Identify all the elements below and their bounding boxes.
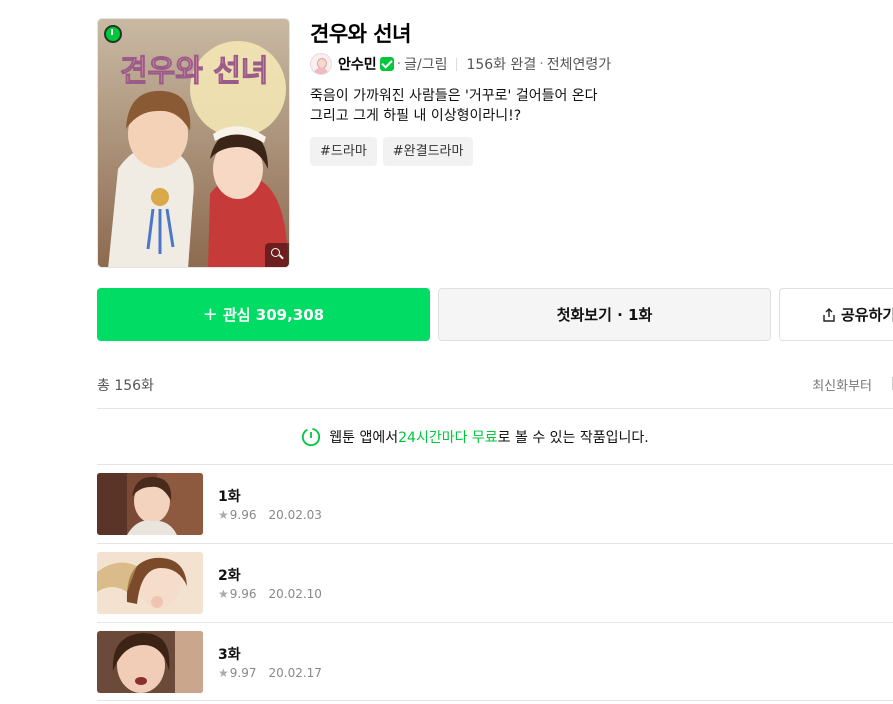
tag-drama[interactable]: #드라마 [310, 137, 377, 166]
episode-row[interactable]: 1화 ★ 9.96 20.02.03 [97, 464, 893, 543]
episode-title[interactable]: 2화 [218, 565, 241, 585]
episode-thumbnail[interactable] [97, 473, 203, 535]
episode-meta: ★ 9.96 20.02.10 [218, 587, 322, 601]
favorite-button[interactable]: + 관심 309,308 [97, 288, 430, 341]
sort-toggle[interactable]: 최신화부터 [812, 375, 872, 394]
star-icon: ★ [218, 587, 229, 601]
star-icon: ★ [218, 508, 229, 522]
series-description: 죽음이 가까워진 사람들은 '거꾸로' 걸어들어 온다 그리고 그게 하필 내 … [310, 86, 598, 126]
plus-icon: + [202, 304, 218, 325]
free-notice: 웹툰 앱에서 24시간마다 무료 로 볼 수 있는 작품입니다. [97, 424, 893, 450]
episode-date: 20.02.03 [268, 508, 322, 522]
notice-text: 웹툰 앱에서 [329, 430, 399, 446]
series-title: 견우와 선녀 [310, 22, 411, 46]
description-line: 죽음이 가까워진 사람들은 '거꾸로' 걸어들어 온다 [310, 88, 598, 104]
episode-rating: 9.96 [229, 508, 257, 522]
meta-separator: · [539, 56, 544, 72]
episode-thumbnail[interactable] [97, 631, 203, 693]
episode-total: 총 156화 [97, 378, 154, 394]
episode-title[interactable]: 3화 [218, 644, 241, 664]
tag-completed-drama[interactable]: #완결드라마 [382, 137, 474, 166]
episode-row[interactable]: 2화 ★ 9.96 20.02.10 [97, 543, 893, 622]
episode-meta: ★ 9.97 20.02.17 [218, 666, 322, 680]
age-rating: 전체연령가 [546, 57, 612, 73]
share-icon [823, 307, 835, 322]
list-divider [97, 408, 893, 409]
first-episode-button[interactable]: 첫화보기 · 1화 [438, 288, 771, 341]
verified-icon [379, 57, 394, 71]
episode-title[interactable]: 1화 [218, 486, 241, 506]
first-episode-label: 첫화보기 · 1화 [556, 306, 653, 324]
timer-icon [302, 427, 321, 447]
episode-row[interactable]: 3화 ★ 9.97 20.02.17 [97, 622, 893, 701]
cover-image[interactable]: 견우와 선녀 [97, 18, 290, 268]
cover-title-art: 견우와 선녀 [120, 54, 268, 89]
notice-text-end: 로 볼 수 있는 작품입니다. [497, 430, 649, 446]
episode-thumbnail[interactable] [97, 552, 203, 614]
favorite-count: 309,308 [255, 305, 325, 324]
meta-separator: · [396, 56, 402, 72]
episode-date: 20.02.17 [268, 666, 322, 680]
favorite-label: 관심 [222, 306, 251, 324]
notice-highlight: 24시간마다 무료 [398, 430, 498, 446]
episode-list: 1화 ★ 9.96 20.02.03 2화 ★ 9.96 20.02.10 3화… [97, 464, 893, 701]
episode-meta: ★ 9.96 20.02.03 [218, 508, 322, 522]
share-button[interactable]: 공유하기 [779, 288, 893, 341]
episode-date: 20.02.10 [268, 587, 322, 601]
author-avatar[interactable] [310, 53, 332, 75]
share-label: 공유하기 [841, 306, 893, 324]
author-role: 글/그림 [404, 57, 448, 73]
zoom-icon[interactable] [265, 243, 289, 267]
author-name[interactable]: 안수민 [338, 54, 377, 74]
episode-rating: 9.97 [229, 666, 257, 680]
series-meta: 안수민 · 글/그림 156화 완결 · 전체연령가 [310, 51, 611, 77]
star-icon: ★ [218, 666, 229, 680]
episode-status: 156화 완결 [466, 57, 537, 73]
tag-list: #드라마 #완결드라마 [310, 137, 474, 166]
description-line: 그리고 그게 하필 내 이상형이라니!? [310, 108, 522, 124]
episode-rating: 9.96 [229, 587, 257, 601]
free-badge-icon [104, 25, 122, 43]
meta-divider [456, 57, 458, 71]
